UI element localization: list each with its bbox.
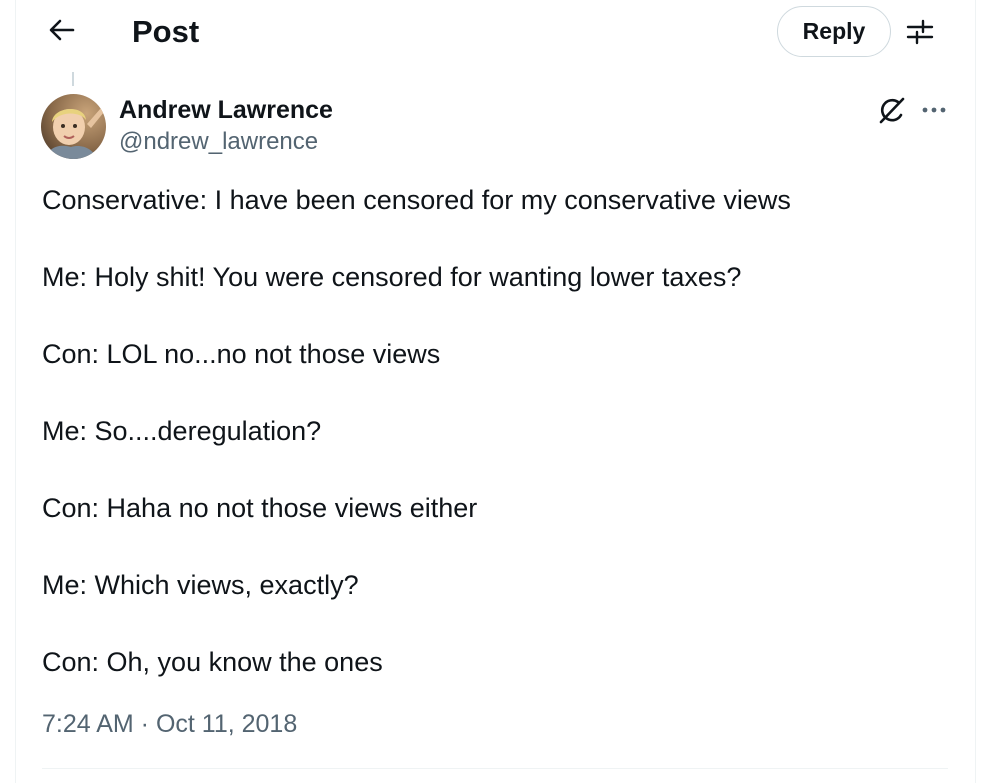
more-button[interactable] <box>920 96 948 124</box>
back-button[interactable] <box>44 12 80 48</box>
avatar[interactable] <box>41 94 106 159</box>
arrow-left-icon <box>49 19 75 41</box>
thread-connector <box>72 72 74 86</box>
post-line: Me: Holy shit! You were censored for wan… <box>42 262 742 292</box>
page-title: Post <box>132 14 200 49</box>
frame-border-left <box>15 0 16 783</box>
reply-button[interactable]: Reply <box>777 6 891 57</box>
author-handle[interactable]: @ndrew_lawrence <box>119 126 318 158</box>
post-line: Con: Haha no not those views either <box>42 493 478 523</box>
grok-button[interactable] <box>874 96 908 126</box>
post-line: Con: LOL no...no not those views <box>42 339 441 369</box>
post-line: Conservative: I have been censored for m… <box>42 185 791 215</box>
author-name[interactable]: Andrew Lawrence <box>119 94 333 126</box>
divider <box>42 768 948 769</box>
more-horizontal-icon <box>922 107 946 113</box>
frame-border-right <box>975 0 976 783</box>
post-line: Me: Which views, exactly? <box>42 570 359 600</box>
grok-icon <box>879 97 905 124</box>
post-line: Me: So....deregulation? <box>42 416 322 446</box>
sliders-icon <box>906 19 934 45</box>
avatar-photo <box>41 94 106 159</box>
top-bar: Post Reply <box>16 0 974 66</box>
filter-button[interactable] <box>904 16 936 48</box>
post-timestamp[interactable]: 7:24 AM · Oct 11, 2018 <box>42 706 297 742</box>
post-line: Con: Oh, you know the ones <box>42 647 383 677</box>
